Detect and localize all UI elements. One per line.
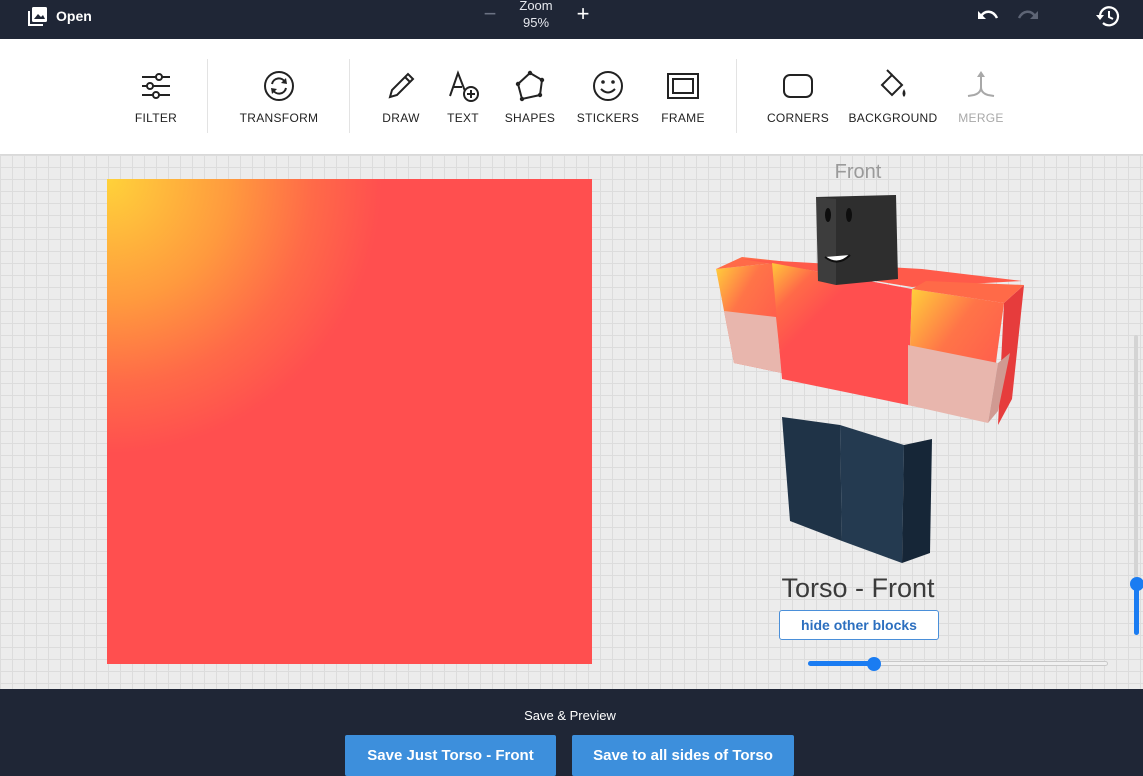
zoom-out-button[interactable]: − <box>480 2 500 26</box>
undo-button[interactable] <box>975 4 1001 28</box>
merge-icon <box>967 71 995 97</box>
open-button[interactable]: Open <box>28 4 92 28</box>
tool-merge: MERGE <box>956 69 1006 129</box>
minus-icon: − <box>483 1 497 26</box>
history-icon <box>1096 6 1120 27</box>
bottom-bar: Save & Preview Save Just Torso - Front S… <box>0 689 1143 776</box>
workspace: Front Torso - Front hide other blocks <box>0 155 1143 689</box>
tool-stickers[interactable]: STICKERS <box>575 69 641 129</box>
tool-text[interactable]: TEXT <box>442 69 484 129</box>
head <box>816 195 898 285</box>
rotation-slider[interactable] <box>808 657 1108 671</box>
tool-bar: FILTER TRANSFORM DRAW TEXT SHAPES STICKE… <box>0 39 1143 155</box>
toolbar-divider <box>736 59 737 133</box>
rotation-slider-thumb[interactable] <box>867 657 881 671</box>
tool-filter[interactable]: FILTER <box>128 69 184 129</box>
sliders-icon <box>142 73 170 99</box>
tool-background[interactable]: BACKGROUND <box>847 69 939 129</box>
zoom-value: 95% <box>522 15 550 30</box>
zoom-slider[interactable] <box>1129 335 1143 635</box>
smiley-icon <box>593 71 623 101</box>
toolbar-divider <box>207 59 208 133</box>
undo-icon <box>978 10 999 19</box>
toolbar-divider <box>349 59 350 133</box>
tool-shapes-label: SHAPES <box>504 111 556 125</box>
part-title: Torso - Front <box>781 573 935 603</box>
save-torso-front-button[interactable]: Save Just Torso - Front <box>345 735 556 776</box>
frame-icon <box>667 73 699 99</box>
image-library-icon <box>28 7 47 26</box>
tool-frame-label: FRAME <box>661 111 705 125</box>
rotate-icon <box>264 71 294 101</box>
tool-merge-label: MERGE <box>958 111 1004 125</box>
zoom-in-button[interactable]: + <box>573 2 593 26</box>
history-button[interactable] <box>1095 3 1121 29</box>
tool-transform-label: TRANSFORM <box>239 111 319 125</box>
redo-button <box>1015 4 1041 28</box>
zoom-slider-thumb[interactable] <box>1130 577 1143 591</box>
tool-corners[interactable]: CORNERS <box>765 69 831 129</box>
polygon-icon <box>515 70 545 102</box>
zoom-slider-fill <box>1134 584 1139 635</box>
tool-draw-label: DRAW <box>382 111 420 125</box>
save-preview-caption: Save & Preview <box>524 708 616 723</box>
tool-draw[interactable]: DRAW <box>378 69 424 129</box>
paint-bucket-icon <box>880 69 906 97</box>
tool-corners-label: CORNERS <box>766 111 830 125</box>
rotation-slider-fill <box>808 661 874 666</box>
tool-transform[interactable]: TRANSFORM <box>236 69 322 129</box>
hide-other-blocks-button[interactable]: hide other blocks <box>779 610 939 640</box>
right-arm <box>908 281 1024 425</box>
tool-frame[interactable]: FRAME <box>658 69 708 129</box>
save-all-sides-button[interactable]: Save to all sides of Torso <box>572 735 794 776</box>
legs <box>782 417 932 563</box>
tool-stickers-label: STICKERS <box>576 111 640 125</box>
redo-icon <box>1017 10 1038 19</box>
texture-canvas[interactable] <box>107 179 592 664</box>
avatar-3d-preview[interactable] <box>712 193 1032 573</box>
text-add-icon <box>449 70 479 102</box>
plus-icon: + <box>576 1 590 26</box>
top-bar: Open − Zoom 95% + <box>0 0 1143 39</box>
pencil-icon <box>388 72 415 99</box>
rounded-square-icon <box>783 74 813 98</box>
open-label: Open <box>56 8 92 24</box>
tool-background-label: BACKGROUND <box>848 111 938 125</box>
zoom-label: Zoom <box>519 0 553 13</box>
tool-text-label: TEXT <box>447 111 479 125</box>
view-label: Front <box>834 161 882 183</box>
tool-shapes[interactable]: SHAPES <box>502 69 558 129</box>
tool-filter-label: FILTER <box>134 111 178 125</box>
